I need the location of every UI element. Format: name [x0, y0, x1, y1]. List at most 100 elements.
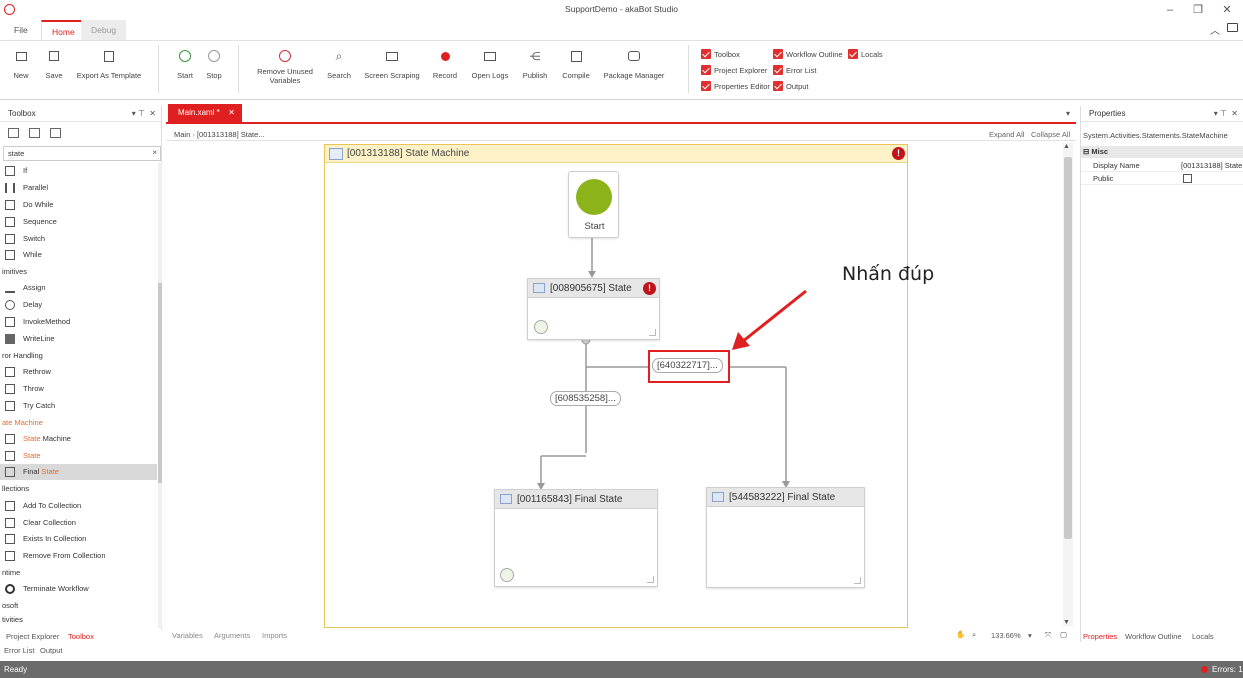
public-checkbox[interactable] [1183, 174, 1192, 183]
toolbox-item-while[interactable]: While [0, 247, 157, 263]
scroll-thumb[interactable] [1064, 157, 1072, 539]
properties-editor-checkbox[interactable]: Properties Editor [701, 81, 770, 91]
tab-properties[interactable]: Properties [1083, 632, 1117, 641]
feedback-icon[interactable] [1227, 23, 1238, 32]
expand-all-link[interactable]: Expand All [989, 130, 1024, 139]
locals-checkbox[interactable]: Locals [848, 49, 883, 59]
toolbox-category-error-handling[interactable]: ror Handling [2, 348, 43, 364]
chevron-up-icon[interactable]: ︿ [1210, 22, 1220, 37]
zoom-dropdown-icon[interactable]: ▾ [1028, 631, 1032, 640]
export-template-button[interactable]: Export As Template [74, 47, 144, 80]
tab-workflow-outline[interactable]: Workflow Outline [1125, 632, 1182, 641]
new-button[interactable]: New [8, 47, 34, 80]
toolbox-item-parallel[interactable]: Parallel [0, 180, 157, 196]
search-button[interactable]: ⌕ Search [324, 47, 354, 81]
toolbox-item-sequence[interactable]: Sequence [0, 214, 157, 230]
close-tab-icon[interactable]: ✕ [228, 104, 235, 122]
toolbox-item-writeline[interactable]: WriteLine [0, 331, 157, 347]
minimize-icon[interactable]: – [1160, 2, 1180, 18]
package-manager-button[interactable]: Package Manager [601, 47, 667, 80]
project-explorer-checkbox[interactable]: Project Explorer [701, 65, 767, 75]
toolbox-category-collections[interactable]: llections [2, 481, 29, 497]
restore-icon[interactable]: ❐ [1188, 2, 1208, 18]
toolbox-category-runtime[interactable]: ntime [2, 565, 20, 581]
toolbox-item-clear-collection[interactable]: Clear Collection [0, 515, 157, 531]
imports-tab[interactable]: Imports [262, 631, 287, 640]
toolbox-item-remove-from-collection[interactable]: Remove From Collection [0, 548, 157, 564]
toolbox-scrollbar[interactable] [158, 163, 162, 628]
expand-icon[interactable] [8, 128, 19, 138]
toolbox-item-delay[interactable]: Delay [0, 297, 157, 313]
toolbox-item-state[interactable]: State [0, 448, 157, 464]
open-logs-button[interactable]: Open Logs [469, 47, 511, 80]
toolbox-item-exists-in-collection[interactable]: Exists In Collection [0, 531, 157, 547]
toolbox-item-state-machine[interactable]: State Machine [0, 431, 157, 447]
publish-button[interactable]: ⋲ Publish [519, 47, 551, 81]
clear-search-icon[interactable]: × [152, 148, 157, 157]
toolbox-item-terminate-workflow[interactable]: Terminate Workflow [0, 581, 157, 597]
display-name-field[interactable]: [001313188] State [1181, 159, 1243, 172]
tab-locals[interactable]: Locals [1192, 632, 1214, 641]
stop-button[interactable]: Stop [201, 47, 227, 80]
toolbox-category-microsoft[interactable]: osoft [2, 598, 18, 614]
toolbox-checkbox[interactable]: Toolbox [701, 49, 740, 59]
tab-file[interactable]: File [4, 20, 38, 40]
start-button[interactable]: Start [172, 47, 198, 80]
breadcrumb-current[interactable]: [001313188] State... [197, 130, 265, 139]
toolbox-close-icon[interactable]: ✕ [149, 106, 156, 122]
tab-project-explorer[interactable]: Project Explorer [6, 632, 59, 641]
list-icon[interactable] [50, 128, 61, 138]
tab-dropdown-icon[interactable]: ▾ [1066, 109, 1070, 118]
toolbox-search-input[interactable]: state × [3, 146, 161, 161]
toolbox-item-final-state[interactable]: Final State [0, 464, 157, 480]
fit-screen-icon[interactable]: ⤧ [1045, 630, 1051, 640]
error-list-checkbox[interactable]: Error List [773, 65, 816, 75]
pin-icon[interactable]: ▾ ⊤ [132, 106, 145, 122]
toolbox-category-activities[interactable]: tivities [2, 614, 23, 622]
remove-unused-variables-button[interactable]: Remove Unused Variables [252, 47, 318, 85]
tab-debug[interactable]: Debug [81, 20, 127, 40]
collapse-icon[interactable] [29, 128, 40, 138]
compile-button[interactable]: Compile [558, 47, 594, 80]
toolbox-item-rethrow[interactable]: Rethrow [0, 364, 157, 380]
designer-canvas[interactable]: [001313188] State Machine ! Start [00890… [166, 142, 1060, 628]
arguments-tab[interactable]: Arguments [214, 631, 250, 640]
tab-toolbox[interactable]: Toolbox [68, 632, 94, 641]
property-row-display-name[interactable]: Display Name [001313188] State [1081, 159, 1243, 172]
screen-scraping-button[interactable]: Screen Scraping [361, 47, 423, 80]
toolbox-item-throw[interactable]: Throw [0, 381, 157, 397]
toolbox-item-try-catch[interactable]: Try Catch [0, 398, 157, 414]
toolbox-item-if[interactable]: If [0, 163, 157, 179]
tab-output[interactable]: Output [40, 646, 63, 655]
breadcrumb-root[interactable]: Main [174, 130, 190, 139]
workflow-outline-checkbox[interactable]: Workflow Outline [773, 49, 843, 59]
toolbox-item-do-while[interactable]: Do While [0, 197, 157, 213]
properties-close-icon[interactable]: ✕ [1231, 106, 1238, 122]
pan-icon[interactable]: ✋ [956, 630, 965, 639]
property-row-public[interactable]: Public [1081, 172, 1243, 185]
close-icon[interactable]: ✕ [1217, 2, 1237, 18]
properties-pin-icon[interactable]: ▾ ⊤ [1214, 106, 1227, 122]
toolbox-category-state-machine[interactable]: ate Machine [2, 415, 43, 431]
toolbox-item-assign[interactable]: Assign [0, 280, 157, 296]
record-button[interactable]: Record [429, 47, 461, 80]
save-button[interactable]: Save [41, 47, 67, 80]
tab-error-list[interactable]: Error List [4, 646, 34, 655]
zoom-level[interactable]: 133.66% [991, 631, 1021, 640]
scroll-up-icon[interactable]: ▲ [1063, 143, 1070, 150]
variables-tab[interactable]: Variables [172, 631, 203, 640]
document-tab[interactable]: Main.xaml * ✕ [168, 104, 242, 122]
properties-category[interactable]: ⊟ Misc [1081, 146, 1243, 158]
scroll-down-icon[interactable]: ▼ [1063, 619, 1070, 626]
collapse-all-link[interactable]: Collapse All [1031, 130, 1070, 139]
zoom-icon[interactable]: ⌕ [972, 630, 976, 640]
toolbox-item-switch[interactable]: Switch [0, 231, 157, 247]
tab-home[interactable]: Home [41, 20, 86, 40]
output-checkbox[interactable]: Output [773, 81, 809, 91]
toolbox-category-primitives[interactable]: imitives [2, 264, 27, 280]
overview-icon[interactable]: ▢ [1060, 630, 1067, 639]
toolbox-item-add-to-collection[interactable]: Add To Collection [0, 498, 157, 514]
toolbox-item-invokemethod[interactable]: InvokeMethod [0, 314, 157, 330]
designer-scrollbar[interactable]: ▲ ▼ [1063, 143, 1073, 626]
collapse-category-icon[interactable]: ⊟ [1083, 147, 1089, 156]
